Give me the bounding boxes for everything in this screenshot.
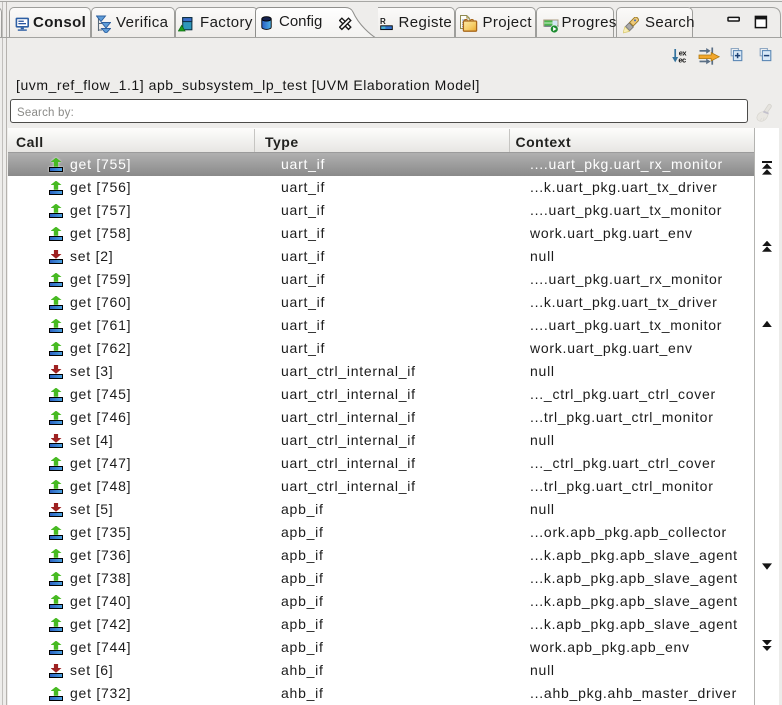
svg-text:R: R xyxy=(380,17,386,26)
svg-text:ec: ec xyxy=(678,55,686,64)
